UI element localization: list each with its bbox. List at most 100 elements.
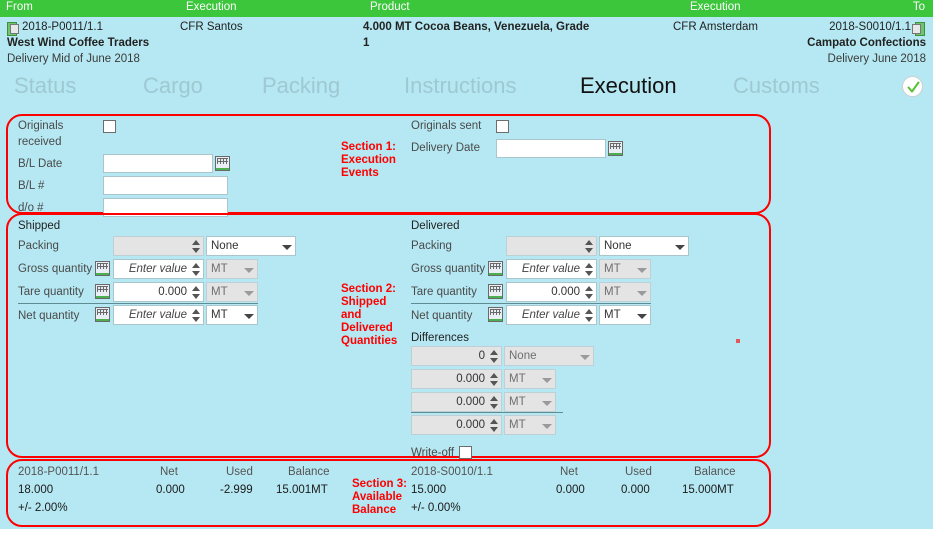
shipped-gross-unit-dropdown[interactable]: MT bbox=[206, 259, 258, 279]
shipped-gross-quantity-value: Enter value bbox=[128, 263, 187, 275]
shipped-gross-quantity-stepper[interactable]: Enter value bbox=[113, 259, 204, 279]
header-left-reference[interactable]: 2018-P0011/1.1 bbox=[22, 21, 103, 33]
chevron-down-icon[interactable] bbox=[634, 260, 650, 278]
shipped-net-label: Net quantity bbox=[18, 310, 80, 322]
tab-execution[interactable]: Execution bbox=[580, 73, 677, 99]
stepper-arrows-icon[interactable] bbox=[488, 416, 499, 434]
tab-customs[interactable]: Customs bbox=[733, 73, 820, 99]
tab-status[interactable]: Status bbox=[14, 73, 76, 99]
tab-cargo[interactable]: Cargo bbox=[143, 73, 203, 99]
chevron-down-icon[interactable] bbox=[672, 237, 688, 255]
shipped-net-divider bbox=[18, 303, 258, 304]
chevron-down-icon[interactable] bbox=[241, 283, 257, 301]
differences-tare-unit-value: MT bbox=[509, 396, 526, 408]
chevron-down-icon[interactable] bbox=[241, 306, 257, 324]
tab-packing[interactable]: Packing bbox=[262, 73, 340, 99]
calculator-icon-shipped-gross[interactable] bbox=[95, 261, 110, 276]
shipped-gross-unit-value: MT bbox=[211, 263, 228, 275]
delivered-packing-count-stepper[interactable] bbox=[506, 236, 597, 256]
shipped-gross-label: Gross quantity bbox=[18, 263, 93, 275]
chevron-down-icon[interactable] bbox=[634, 283, 650, 301]
header-left-incoterm: CFR Santos bbox=[180, 21, 243, 33]
chevron-down-icon[interactable] bbox=[577, 347, 593, 365]
differences-net-stepper[interactable]: 0.000 bbox=[411, 415, 502, 435]
balance-right-reference: 2018-S0010/1.1 bbox=[411, 466, 493, 478]
tab-bar: Status Cargo Packing Instructions Execut… bbox=[0, 66, 933, 110]
stepper-arrows-icon[interactable] bbox=[190, 260, 201, 278]
annotation-dot bbox=[736, 339, 740, 343]
header-right-reference[interactable]: 2018-S0010/1.1 bbox=[829, 21, 911, 33]
calculator-icon-shipped-net[interactable] bbox=[95, 307, 110, 322]
delivery-date-input[interactable] bbox=[496, 139, 606, 158]
differences-packing-type-dropdown[interactable]: None bbox=[504, 346, 594, 366]
chevron-down-icon[interactable] bbox=[634, 306, 650, 324]
shipped-tare-quantity-stepper[interactable]: 0.000 bbox=[113, 282, 204, 302]
write-off-checkbox[interactable] bbox=[459, 446, 472, 459]
stepper-arrows-icon[interactable] bbox=[190, 283, 201, 301]
stepper-arrows-icon[interactable] bbox=[583, 237, 594, 255]
delivered-net-divider bbox=[411, 303, 651, 304]
delivered-tare-quantity-stepper[interactable]: 0.000 bbox=[506, 282, 597, 302]
delivered-net-quantity-stepper[interactable]: Enter value bbox=[506, 305, 597, 325]
bl-date-input[interactable] bbox=[103, 154, 213, 173]
shipped-tare-unit-dropdown[interactable]: MT bbox=[206, 282, 258, 302]
stepper-arrows-icon[interactable] bbox=[583, 260, 594, 278]
stepper-arrows-icon[interactable] bbox=[583, 283, 594, 301]
column-header-bar: From Execution Product Execution To bbox=[0, 0, 933, 17]
shipped-packing-type-value: None bbox=[211, 240, 239, 252]
stepper-arrows-icon[interactable] bbox=[488, 347, 499, 365]
do-number-input[interactable] bbox=[103, 198, 228, 217]
section-2-annotation-line3: and bbox=[341, 309, 362, 321]
originals-received-checkbox[interactable] bbox=[103, 120, 116, 133]
chevron-down-icon[interactable] bbox=[539, 416, 555, 434]
section-2-annotation-line1: Section 2: bbox=[341, 283, 396, 295]
chevron-down-icon[interactable] bbox=[279, 237, 295, 255]
stepper-arrows-icon[interactable] bbox=[190, 237, 201, 255]
shipped-net-quantity-stepper[interactable]: Enter value bbox=[113, 305, 204, 325]
shipped-title: Shipped bbox=[18, 220, 61, 232]
section-2-annotation-line2: Shipped bbox=[341, 296, 387, 308]
shipped-packing-count-stepper[interactable] bbox=[113, 236, 204, 256]
balance-right-net: 0.000 bbox=[556, 484, 585, 496]
balance-left-tolerance: +/- 2.00% bbox=[18, 502, 68, 514]
delivered-gross-quantity-stepper[interactable]: Enter value bbox=[506, 259, 597, 279]
differences-net-unit-dropdown[interactable]: MT bbox=[504, 415, 556, 435]
balance-left-net: 0.000 bbox=[156, 484, 185, 496]
check-circle-icon[interactable] bbox=[902, 76, 923, 97]
differences-gross-unit-value: MT bbox=[509, 373, 526, 385]
delivered-packing-type-dropdown[interactable]: None bbox=[599, 236, 689, 256]
differences-gross-stepper[interactable]: 0.000 bbox=[411, 369, 502, 389]
execution-screen: From Execution Product Execution To 2018… bbox=[0, 0, 933, 533]
delivered-gross-unit-dropdown[interactable]: MT bbox=[599, 259, 651, 279]
shipped-net-unit-dropdown[interactable]: MT bbox=[206, 305, 258, 325]
chevron-down-icon[interactable] bbox=[241, 260, 257, 278]
differences-gross-unit-dropdown[interactable]: MT bbox=[504, 369, 556, 389]
sales-document-icon bbox=[912, 22, 925, 36]
differences-tare-unit-dropdown[interactable]: MT bbox=[504, 392, 556, 412]
col-header-from: From bbox=[6, 1, 33, 13]
differences-tare-stepper[interactable]: 0.000 bbox=[411, 392, 502, 412]
stepper-arrows-icon[interactable] bbox=[488, 393, 499, 411]
header-product-line2: 1 bbox=[363, 37, 370, 49]
originals-sent-checkbox[interactable] bbox=[496, 120, 509, 133]
stepper-arrows-icon[interactable] bbox=[190, 306, 201, 324]
bl-number-input[interactable] bbox=[103, 176, 228, 195]
calculator-icon-delivered-net[interactable] bbox=[488, 307, 503, 322]
differences-packing-count-stepper[interactable]: 0 bbox=[411, 346, 502, 366]
chevron-down-icon[interactable] bbox=[539, 393, 555, 411]
stepper-arrows-icon[interactable] bbox=[488, 370, 499, 388]
chevron-down-icon[interactable] bbox=[539, 370, 555, 388]
calculator-icon-shipped-tare[interactable] bbox=[95, 284, 110, 299]
calendar-icon-delivery-date[interactable] bbox=[608, 141, 623, 156]
tab-instructions[interactable]: Instructions bbox=[404, 73, 517, 99]
header-right-delivery: Delivery June 2018 bbox=[827, 53, 926, 65]
shipped-packing-type-dropdown[interactable]: None bbox=[206, 236, 296, 256]
calculator-icon-delivered-tare[interactable] bbox=[488, 284, 503, 299]
stepper-arrows-icon[interactable] bbox=[583, 306, 594, 324]
calculator-icon-delivered-gross[interactable] bbox=[488, 261, 503, 276]
delivered-net-unit-dropdown[interactable]: MT bbox=[599, 305, 651, 325]
delivered-tare-unit-dropdown[interactable]: MT bbox=[599, 282, 651, 302]
calendar-icon-bl-date[interactable] bbox=[215, 156, 230, 171]
right-empty-pane bbox=[776, 110, 933, 533]
col-header-product: Product bbox=[370, 1, 410, 13]
